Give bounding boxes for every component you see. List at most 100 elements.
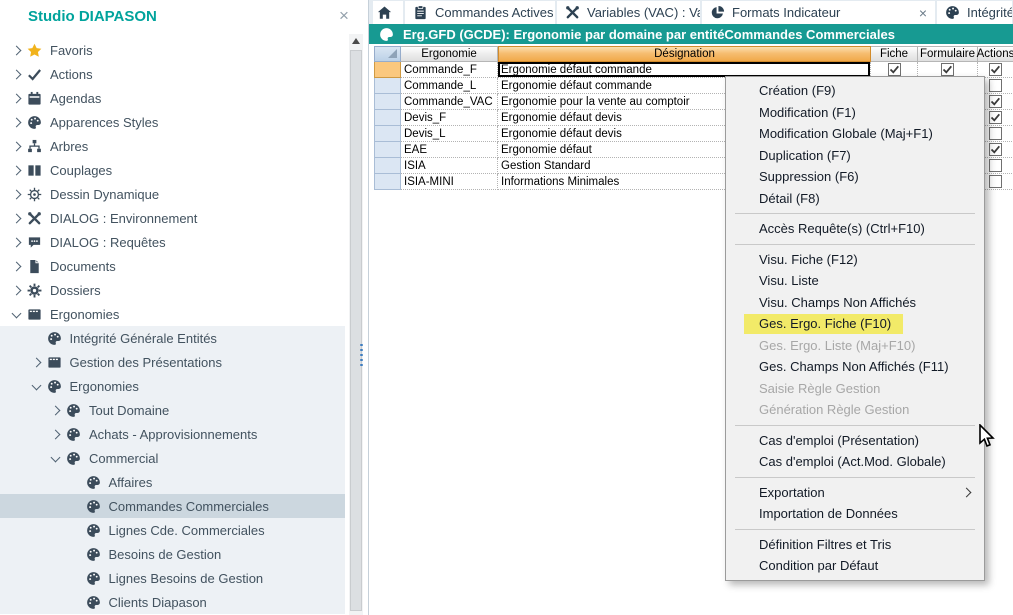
menu-item-condition-par-defaut[interactable]: Condition par Défaut bbox=[726, 555, 984, 577]
chevron-down-icon[interactable] bbox=[47, 456, 64, 461]
menu-item-detail-f8[interactable]: Détail (F8) bbox=[726, 188, 984, 210]
checkbox-checked-icon[interactable] bbox=[888, 63, 901, 76]
menu-item-duplication-f7[interactable]: Duplication (F7) bbox=[726, 145, 984, 167]
row-selector[interactable] bbox=[374, 174, 401, 190]
row-selector[interactable] bbox=[374, 62, 401, 78]
cell-ergonomie[interactable]: Devis_F bbox=[401, 110, 498, 126]
chevron-right-icon[interactable] bbox=[8, 47, 25, 54]
chevron-right-icon[interactable] bbox=[8, 143, 25, 150]
cell-ergonomie[interactable]: Commande_F bbox=[401, 62, 498, 78]
sidebar-close-icon[interactable]: × bbox=[339, 7, 349, 24]
row-selector[interactable] bbox=[374, 78, 401, 94]
sidebar-item-commandes-commerciales[interactable]: Commandes Commerciales bbox=[0, 494, 345, 518]
menu-item-ges-champs-non-affiches-f11[interactable]: Ges. Champs Non Affichés (F11) bbox=[726, 356, 984, 378]
sidebar-item-lignes-besoins-de-gestion[interactable]: Lignes Besoins de Gestion bbox=[0, 566, 345, 590]
sidebar-item-achats-approvisionnements[interactable]: Achats - Approvisionnements bbox=[0, 422, 345, 446]
column-header-formulaire[interactable]: Formulaire bbox=[918, 46, 978, 62]
row-selector[interactable] bbox=[374, 142, 401, 158]
tab-close-icon[interactable]: × bbox=[909, 5, 927, 21]
checkbox-unchecked-icon[interactable] bbox=[989, 175, 1002, 188]
column-header-ergonomie[interactable]: Ergonomie bbox=[401, 46, 498, 62]
sidebar-item-ergonomies[interactable]: Ergonomies bbox=[0, 302, 345, 326]
row-selector[interactable] bbox=[374, 126, 401, 142]
sidebar-item-dialog-environnement[interactable]: DIALOG : Environnement bbox=[0, 206, 345, 230]
sidebar-scrollbar[interactable] bbox=[349, 34, 363, 615]
sidebar-item-dialog-requetes[interactable]: DIALOG : Requêtes bbox=[0, 230, 345, 254]
menu-item-visu-champs-non-affiches[interactable]: Visu. Champs Non Affichés bbox=[726, 292, 984, 314]
menu-item-modification-globale-maj-f1[interactable]: Modification Globale (Maj+F1) bbox=[726, 123, 984, 145]
checkbox-unchecked-icon[interactable] bbox=[989, 159, 1002, 172]
column-header-actions[interactable]: Actions bbox=[978, 46, 1013, 62]
menu-item-cas-d-emploi-act-mod-globale[interactable]: Cas d'emploi (Act.Mod. Globale) bbox=[726, 451, 984, 473]
checkbox-checked-icon[interactable] bbox=[941, 63, 954, 76]
chevron-right-icon[interactable] bbox=[8, 215, 25, 222]
chevron-right-icon[interactable] bbox=[8, 71, 25, 78]
checkbox-checked-icon[interactable] bbox=[989, 63, 1002, 76]
tab-close-icon[interactable]: × bbox=[554, 5, 556, 21]
sidebar-item-gestion-des-presentations[interactable]: Gestion des Présentations bbox=[0, 350, 345, 374]
sidebar-item-tout-domaine[interactable]: Tout Domaine bbox=[0, 398, 345, 422]
chevron-right-icon[interactable] bbox=[8, 95, 25, 102]
splitter-handle-icon[interactable] bbox=[360, 341, 364, 369]
cell-ergonomie[interactable]: Commande_L bbox=[401, 78, 498, 94]
menu-item-ges-ergo-fiche-f10[interactable]: Ges. Ergo. Fiche (F10) bbox=[726, 313, 984, 335]
select-all-cell[interactable] bbox=[374, 46, 401, 62]
tab-variables-vac-variabl[interactable]: Variables (VAC) : Variabl...× bbox=[557, 1, 700, 24]
cell-ergonomie[interactable]: ISIA-MINI bbox=[401, 174, 498, 190]
sidebar-item-apparences-styles[interactable]: Apparences Styles bbox=[0, 110, 345, 134]
chevron-right-icon[interactable] bbox=[8, 239, 25, 246]
sidebar-item-documents[interactable]: Documents bbox=[0, 254, 345, 278]
checkbox-checked-icon[interactable] bbox=[989, 95, 1002, 108]
sidebar-item-integrite-generale-entites[interactable]: Intégrité Générale Entités bbox=[0, 326, 345, 350]
row-selector[interactable] bbox=[374, 110, 401, 126]
chevron-right-icon[interactable] bbox=[47, 431, 64, 438]
sidebar-item-favoris[interactable]: Favoris bbox=[0, 38, 345, 62]
chevron-right-icon[interactable] bbox=[8, 191, 25, 198]
tab-formats-indicateur[interactable]: Formats Indicateur× bbox=[702, 1, 935, 24]
sidebar-item-commercial[interactable]: Commercial bbox=[0, 446, 345, 470]
chevron-down-icon[interactable] bbox=[28, 384, 45, 389]
sidebar-item-actions[interactable]: Actions bbox=[0, 62, 345, 86]
sidebar-item-dessin-dynamique[interactable]: Dessin Dynamique bbox=[0, 182, 345, 206]
sidebar-item-clients-diapason[interactable]: Clients Diapason bbox=[0, 590, 345, 614]
sidebar-item-dossiers[interactable]: Dossiers bbox=[0, 278, 345, 302]
checkbox-checked-icon[interactable] bbox=[989, 111, 1002, 124]
row-selector[interactable] bbox=[374, 94, 401, 110]
cell-ergonomie[interactable]: EAE bbox=[401, 142, 498, 158]
chevron-right-icon[interactable] bbox=[28, 359, 45, 366]
sidebar-item-couplages[interactable]: Couplages bbox=[0, 158, 345, 182]
cell-ergonomie[interactable]: ISIA bbox=[401, 158, 498, 174]
sidebar-item-agendas[interactable]: Agendas bbox=[0, 86, 345, 110]
chevron-right-icon[interactable] bbox=[47, 407, 64, 414]
menu-item-suppression-f6[interactable]: Suppression (F6) bbox=[726, 166, 984, 188]
menu-item-importation-de-donnees[interactable]: Importation de Données bbox=[726, 503, 984, 525]
menu-item-definition-filtres-et-tris[interactable]: Définition Filtres et Tris bbox=[726, 534, 984, 556]
chevron-right-icon[interactable] bbox=[8, 167, 25, 174]
scroll-up-icon[interactable] bbox=[349, 34, 363, 48]
menu-item-modification-f1[interactable]: Modification (F1) bbox=[726, 102, 984, 124]
checkbox-unchecked-icon[interactable] bbox=[989, 127, 1002, 140]
menu-item-exportation[interactable]: Exportation bbox=[726, 482, 984, 504]
sidebar-item-affaires[interactable]: Affaires bbox=[0, 470, 345, 494]
column-header-fiche[interactable]: Fiche bbox=[871, 46, 918, 62]
menu-item-cas-d-emploi-presentation[interactable]: Cas d'emploi (Présentation) bbox=[726, 430, 984, 452]
chevron-right-icon[interactable] bbox=[8, 119, 25, 126]
tab-commandes-actives[interactable]: Commandes Actives× bbox=[405, 1, 555, 24]
chevron-right-icon[interactable] bbox=[8, 287, 25, 294]
menu-item-creation-f9[interactable]: Création (F9) bbox=[726, 80, 984, 102]
menu-item-visu-fiche-f12[interactable]: Visu. Fiche (F12) bbox=[726, 249, 984, 271]
menu-item-acces-requete-s-ctrl-f10[interactable]: Accès Requête(s) (Ctrl+F10) bbox=[726, 218, 984, 240]
row-selector[interactable] bbox=[374, 158, 401, 174]
menu-item-visu-liste[interactable]: Visu. Liste bbox=[726, 270, 984, 292]
tab-integrite[interactable]: Intégrité bbox=[937, 1, 1012, 24]
sidebar-item-lignes-cde-commerciales[interactable]: Lignes Cde. Commerciales bbox=[0, 518, 345, 542]
sidebar-item-ergonomies[interactable]: Ergonomies bbox=[0, 374, 345, 398]
tab-home[interactable] bbox=[373, 1, 403, 24]
sidebar-item-arbres[interactable]: Arbres bbox=[0, 134, 345, 158]
sidebar-item-besoins-de-gestion[interactable]: Besoins de Gestion bbox=[0, 542, 345, 566]
chevron-right-icon[interactable] bbox=[8, 263, 25, 270]
cell-ergonomie[interactable]: Devis_L bbox=[401, 126, 498, 142]
column-header-designation[interactable]: Désignation bbox=[498, 46, 871, 62]
checkbox-unchecked-icon[interactable] bbox=[989, 79, 1002, 92]
cell-ergonomie[interactable]: Commande_VAC bbox=[401, 94, 498, 110]
